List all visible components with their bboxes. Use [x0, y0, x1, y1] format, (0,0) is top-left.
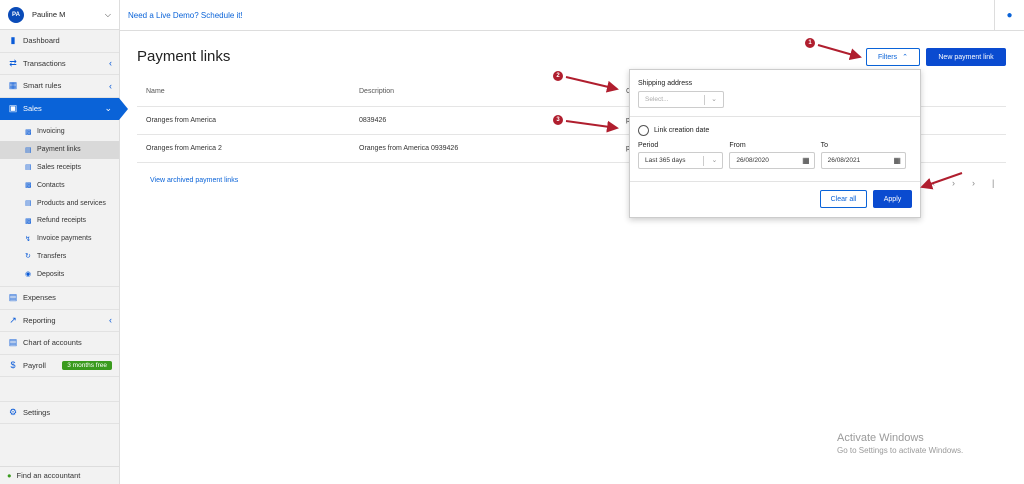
- arrow-1: [817, 44, 862, 61]
- callout-3: 3: [553, 115, 563, 125]
- callout-2: 2: [553, 71, 563, 81]
- watermark-title: Activate Windows: [837, 432, 924, 444]
- arrow-3: [565, 120, 619, 133]
- annotation-arrows: [565, 44, 963, 190]
- arrow-4: [920, 172, 963, 190]
- callout-1: 1: [805, 38, 815, 48]
- activation-watermark: Activate Windows Go to Settings to activ…: [837, 432, 963, 455]
- watermark-subtitle: Go to Settings to activate Windows.: [837, 446, 964, 455]
- arrow-2: [565, 76, 619, 93]
